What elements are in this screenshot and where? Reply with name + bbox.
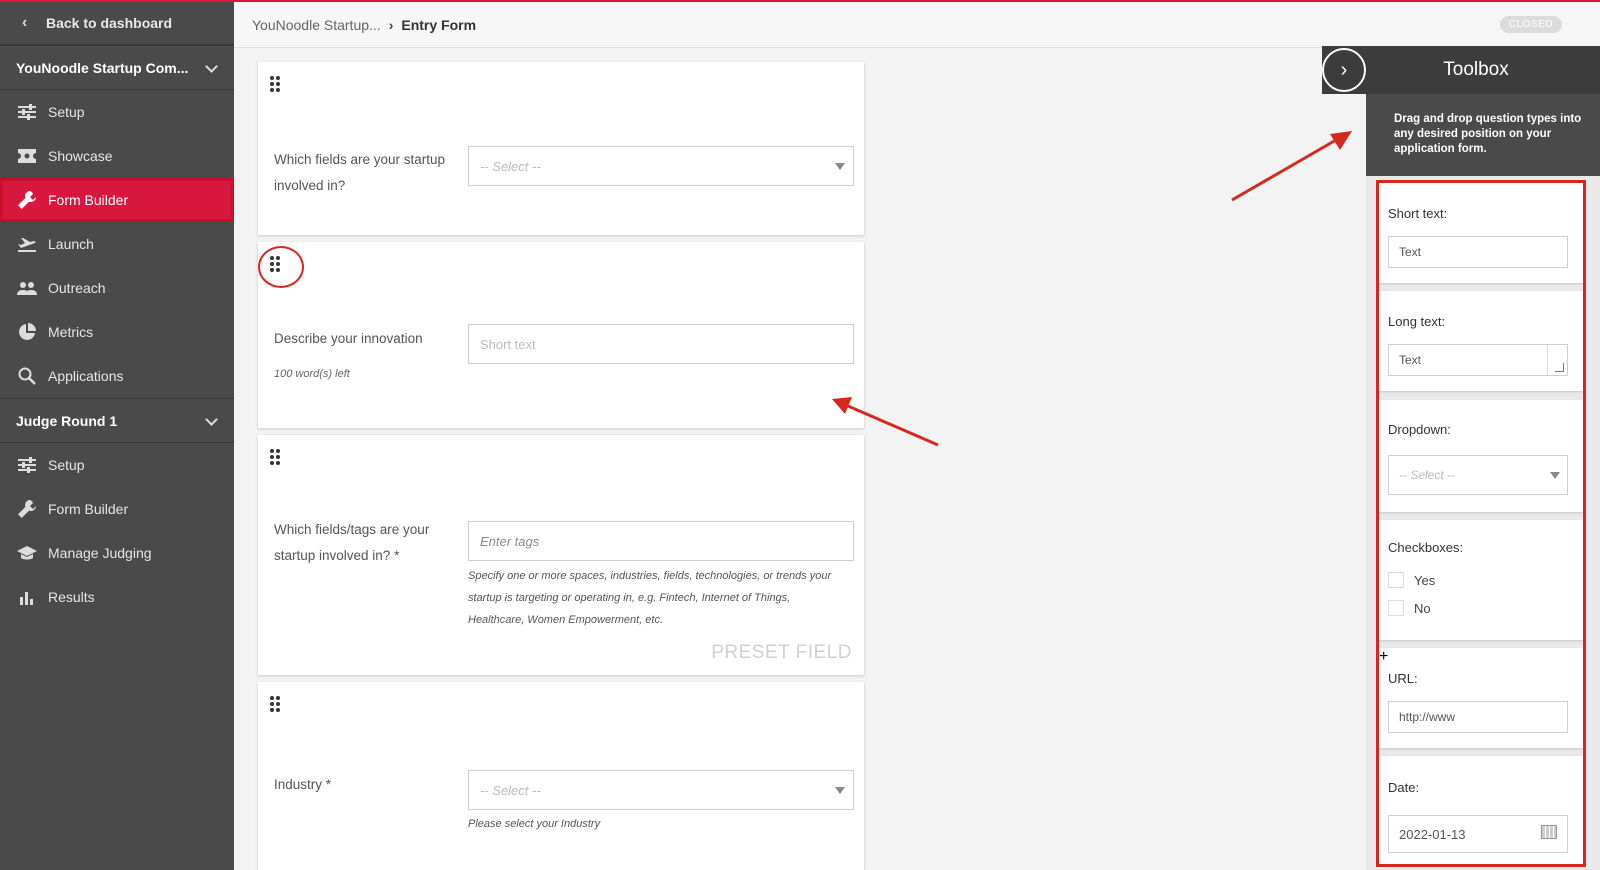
industry-select[interactable]: -- Select -- (468, 770, 854, 810)
sidebar-item-label: Showcase (48, 148, 113, 164)
wrench-icon (17, 190, 37, 210)
bar-chart-icon (17, 587, 37, 607)
fields-select[interactable]: -- Select -- (468, 146, 854, 186)
sidebar-item-outreach[interactable]: Outreach (0, 266, 234, 310)
drag-handle-icon[interactable] (270, 696, 284, 712)
sidebar-item-showcase[interactable]: Showcase (0, 134, 234, 178)
sidebar-item-label: Setup (48, 104, 85, 120)
chevron-down-icon (206, 63, 216, 73)
sidebar-item-manage-judging[interactable]: Manage Judging (0, 531, 234, 575)
program-section-header[interactable]: YouNoodle Startup Com... (0, 45, 234, 90)
sidebar-item-label: Form Builder (48, 501, 129, 517)
sidebar-item-label: Setup (48, 457, 85, 473)
input-placeholder: Enter tags (480, 533, 540, 549)
chevron-down-icon (206, 416, 216, 426)
pie-chart-icon (17, 322, 37, 342)
back-label: Back to dashboard (46, 15, 173, 31)
industry-help-text: Please select your Industry (468, 818, 601, 830)
form-question-card: Describe your innovation 100 word(s) lef… (258, 242, 864, 428)
sliders-icon (17, 102, 37, 122)
dropdown-arrow-icon (835, 163, 845, 170)
question-label: Industry * (274, 777, 332, 792)
breadcrumb-parent-link[interactable]: YouNoodle Startup... (252, 17, 381, 33)
drag-handle-highlight-circle (258, 246, 304, 288)
sidebar-item-metrics[interactable]: Metrics (0, 310, 234, 354)
people-icon (17, 278, 37, 298)
judge-round-section-header[interactable]: Judge Round 1 (0, 398, 234, 443)
toolbox-highlight-box (1376, 180, 1586, 867)
top-header: YouNoodle Startup... › Entry Form CLOSED (234, 2, 1600, 48)
form-question-card: Which fields are your startup involved i… (258, 62, 864, 235)
toolbox-toggle-button[interactable]: › (1322, 48, 1366, 92)
question-label-line: Which fields/tags are your (274, 522, 430, 537)
sidebar-item-label: Launch (48, 236, 94, 252)
sidebar-item-label: Results (48, 589, 95, 605)
wrench-icon (17, 499, 37, 519)
select-placeholder: -- Select -- (480, 782, 541, 798)
plane-takeoff-icon (17, 234, 37, 254)
form-question-card: Which fields/tags are your startup invol… (258, 435, 864, 675)
sliders-icon (17, 455, 37, 475)
annotation-arrow-to-toolbox (1231, 131, 1352, 202)
help-line: Healthcare, Women Empowerment, etc. (468, 614, 664, 626)
judge-round-title: Judge Round 1 (16, 412, 118, 429)
innovation-text-input[interactable]: Short text (468, 324, 854, 364)
tags-input[interactable]: Enter tags (468, 521, 854, 561)
search-icon (17, 366, 37, 386)
drag-handle-icon[interactable] (270, 76, 284, 92)
question-label-line: startup involved in? * (274, 548, 400, 563)
sidebar-item-applications[interactable]: Applications (0, 354, 234, 398)
sidebar-item-judge-setup[interactable]: Setup (0, 443, 234, 487)
question-label-line: Which fields are your startup (274, 152, 446, 167)
sidebar-item-label: Form Builder (48, 192, 129, 208)
question-label: Which fields/tags are your startup invol… (274, 517, 429, 569)
back-to-dashboard-link[interactable]: ‹ Back to dashboard (0, 2, 234, 45)
breadcrumb-current: Entry Form (401, 16, 477, 33)
question-label-line: involved in? (274, 178, 346, 193)
chevron-right-icon: › (1340, 58, 1348, 81)
preset-field-label: PRESET FIELD (711, 642, 852, 663)
help-line: Specify one or more spaces, industries, … (468, 570, 832, 582)
sidebar-item-launch[interactable]: Launch (0, 222, 234, 266)
sidebar-item-results[interactable]: Results (0, 575, 234, 619)
tags-help-text: Specify one or more spaces, industries, … (468, 565, 858, 631)
chevron-right-icon: › (388, 16, 394, 33)
sidebar-item-setup[interactable]: Setup (0, 90, 234, 134)
toolbox-description: Drag and drop question types into any de… (1366, 94, 1600, 176)
word-count-hint: 100 word(s) left (274, 368, 350, 380)
program-title: YouNoodle Startup Com... (16, 59, 189, 76)
status-badge: CLOSED (1499, 16, 1562, 33)
chevron-left-icon: ‹ (22, 14, 28, 31)
form-question-card: Industry * -- Select -- Please select yo… (258, 682, 864, 870)
drag-handle-icon[interactable] (270, 449, 284, 465)
sidebar-item-label: Manage Judging (48, 545, 152, 561)
question-label: Which fields are your startup involved i… (274, 147, 445, 199)
dropdown-arrow-icon (835, 787, 845, 794)
sidebar-item-label: Applications (48, 368, 124, 384)
toolbox-title: Toolbox (1443, 59, 1509, 80)
select-placeholder: -- Select -- (480, 158, 541, 174)
help-line: startup is targeting or operating in, e.… (468, 592, 791, 604)
graduation-cap-icon (17, 543, 37, 563)
input-placeholder: Short text (480, 336, 536, 352)
sidebar-item-label: Outreach (48, 280, 106, 296)
sidebar-item-judge-form-builder[interactable]: Form Builder (0, 487, 234, 531)
sidebar-item-label: Metrics (48, 324, 94, 340)
sidebar-item-form-builder[interactable]: Form Builder (0, 178, 234, 222)
ticket-icon (17, 146, 37, 166)
question-label: Describe your innovation (274, 331, 423, 346)
sidebar: ‹ Back to dashboard YouNoodle Startup Co… (0, 2, 234, 870)
